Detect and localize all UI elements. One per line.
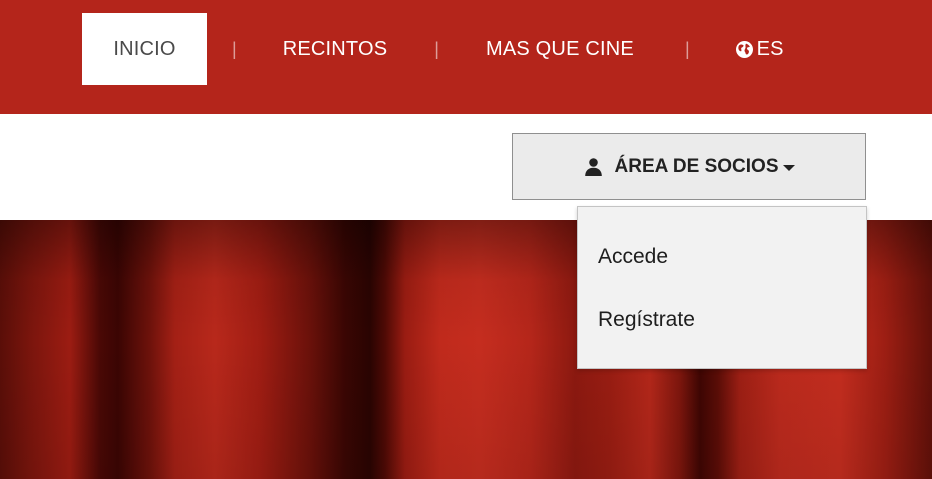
nav-item-recintos[interactable]: RECINTOS [283, 13, 388, 85]
nav-separator: | [434, 38, 439, 59]
area-de-socios-label: ÁREA DE SOCIOS [614, 155, 779, 177]
caret-down-icon [782, 164, 795, 171]
area-de-socios-button[interactable]: ÁREA DE SOCIOS [512, 133, 866, 200]
top-navigation-bar: INICIO | RECINTOS | MAS QUE CINE | ES [0, 0, 932, 114]
dropdown-item-accede[interactable]: Accede [598, 245, 668, 269]
globe-icon [735, 40, 753, 58]
nav-item-inicio[interactable]: INICIO [82, 13, 207, 85]
dropdown-item-registrate[interactable]: Regístrate [598, 308, 695, 332]
page: INICIO | RECINTOS | MAS QUE CINE | ES ÁR… [0, 0, 932, 479]
language-selector[interactable]: ES [735, 13, 784, 85]
nav-separator: | [684, 38, 690, 59]
socios-dropdown-menu: Accede Regístrate [577, 206, 867, 369]
nav-separator: | [232, 38, 237, 59]
user-icon [584, 158, 602, 176]
nav-item-mas-que-cine[interactable]: MAS QUE CINE [486, 13, 634, 85]
language-label: ES [756, 37, 784, 60]
main-nav: INICIO | RECINTOS | MAS QUE CINE | ES [82, 13, 784, 85]
